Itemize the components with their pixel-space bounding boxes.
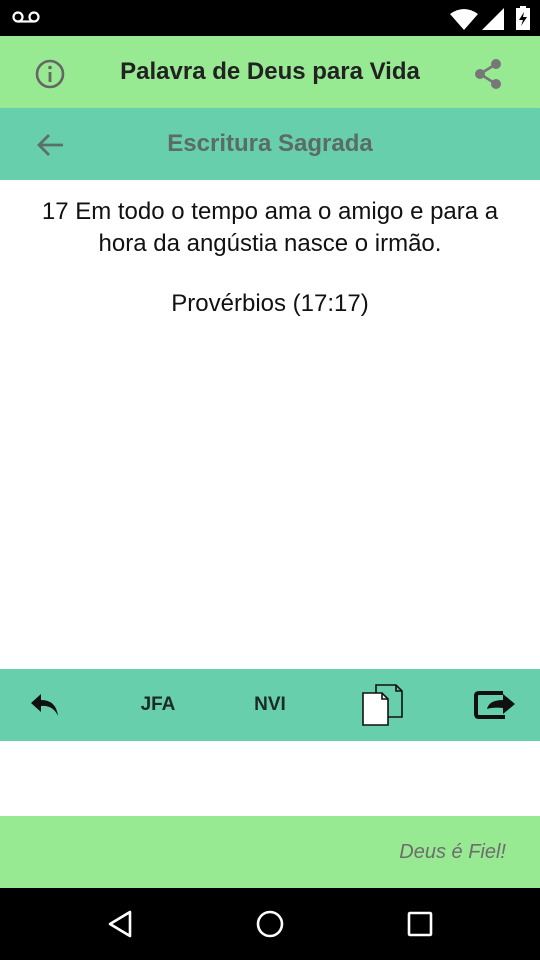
info-icon	[35, 59, 65, 89]
verse-text: 17 Em todo o tempo ama o amigo e para a …	[41, 198, 499, 257]
recents-square-icon	[407, 911, 433, 937]
back-triangle-icon	[108, 910, 132, 938]
nav-home-button[interactable]	[250, 904, 290, 944]
nvi-label: NVI	[254, 694, 286, 715]
previous-button[interactable]	[20, 669, 70, 741]
status-bar	[0, 0, 540, 36]
app-title: Palavra de Deus para Vida	[120, 58, 420, 85]
share-arrow-icon	[474, 691, 515, 719]
toolbar: JFA NVI	[0, 669, 540, 741]
nvi-button[interactable]: NVI	[240, 669, 300, 741]
share-icon	[475, 59, 501, 89]
nav-back-button[interactable]	[100, 904, 140, 944]
home-circle-icon	[256, 910, 284, 938]
empty-area	[0, 741, 540, 816]
info-button[interactable]	[32, 56, 68, 92]
share-button[interactable]	[470, 56, 506, 92]
jfa-label: JFA	[140, 694, 176, 715]
arrow-left-icon	[37, 134, 63, 156]
nav-recents-button[interactable]	[400, 904, 440, 944]
verse-content: 17 Em todo o tempo ama o amigo e para a …	[0, 180, 540, 669]
share-verse-button[interactable]	[466, 669, 526, 741]
copy-icon	[362, 684, 403, 726]
copy-button[interactable]	[352, 669, 412, 741]
app-bar: Palavra de Deus para Vida	[0, 36, 540, 108]
wifi-icon	[450, 9, 478, 30]
section-title: Escritura Sagrada	[167, 130, 373, 157]
footer-text: Deus é Fiel!	[399, 841, 506, 863]
back-button[interactable]	[34, 128, 68, 162]
voicemail-icon	[12, 11, 40, 23]
cell-signal-icon	[482, 8, 504, 30]
verse-reference: Provérbios (17:17)	[171, 290, 369, 317]
section-header: Escritura Sagrada	[0, 108, 540, 180]
system-nav-bar	[0, 888, 540, 960]
footer-bar: Deus é Fiel!	[0, 816, 540, 888]
reply-icon	[31, 694, 58, 716]
battery-charging-icon	[516, 6, 530, 30]
jfa-button[interactable]: JFA	[128, 669, 188, 741]
